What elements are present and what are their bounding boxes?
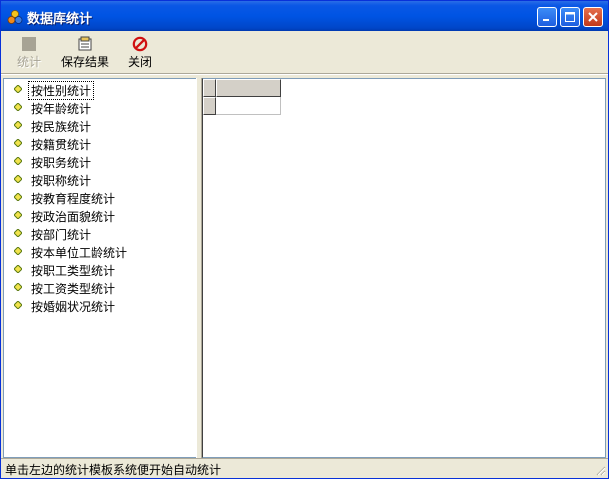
close-window-button[interactable] — [583, 7, 603, 27]
stats-button[interactable]: 统计 — [15, 33, 43, 69]
tree-item-political-status[interactable]: 按政治面貌统计 — [4, 207, 195, 224]
diamond-bullet-icon — [14, 85, 22, 93]
diamond-bullet-icon — [14, 139, 22, 147]
tree-item-native-place[interactable]: 按籍贯统计 — [4, 135, 195, 152]
tree-item-label: 按本单位工龄统计 — [31, 246, 128, 260]
database-app-icon — [7, 10, 23, 24]
tree-item-department[interactable]: 按部门统计 — [4, 225, 195, 242]
title-bar[interactable]: 数据库统计 — [1, 1, 608, 31]
close-button[interactable]: 关闭 — [125, 33, 155, 69]
tree-item-marital-status[interactable]: 按婚姻状况统计 — [4, 297, 195, 314]
stats-icon — [22, 37, 36, 51]
diamond-bullet-icon — [14, 265, 22, 273]
minimize-icon — [543, 19, 549, 21]
toolbar-divider — [1, 73, 608, 75]
status-bar: 单击左边的统计模板系统便开始自动统计 — [1, 458, 608, 478]
diamond-bullet-icon — [14, 121, 22, 129]
grid-column-header[interactable] — [216, 79, 281, 97]
status-text: 单击左边的统计模板系统便开始自动统计 — [5, 463, 222, 477]
tree-item-employee-type[interactable]: 按职工类型统计 — [4, 261, 195, 278]
tree-item-age[interactable]: 按年龄统计 — [4, 99, 195, 116]
diamond-bullet-icon — [14, 247, 22, 255]
tree-item-label: 按政治面貌统计 — [31, 210, 116, 224]
diamond-bullet-icon — [14, 175, 22, 183]
tree-item-label: 按职称统计 — [31, 174, 92, 188]
tree-item-title[interactable]: 按职称统计 — [4, 171, 195, 188]
tree-item-label: 按籍贯统计 — [31, 138, 92, 152]
grid-data-cell[interactable] — [216, 97, 281, 115]
diamond-bullet-icon — [14, 283, 22, 291]
save-results-button[interactable]: 保存结果 — [57, 33, 113, 69]
minimize-button[interactable] — [537, 7, 557, 27]
grid-corner-cell[interactable] — [203, 79, 216, 97]
close-label: 关闭 — [127, 55, 152, 69]
close-circle-icon — [132, 36, 148, 52]
maximize-icon — [565, 12, 575, 22]
window-title: 数据库统计 — [27, 12, 93, 27]
tree-item-position[interactable]: 按职务统计 — [4, 153, 195, 170]
tree-item-label: 按婚姻状况统计 — [31, 300, 116, 314]
tree-item-wage-type[interactable]: 按工资类型统计 — [4, 279, 195, 296]
tree-item-label: 按性别统计 — [27, 81, 95, 100]
tree-item-label: 按年龄统计 — [31, 102, 92, 116]
main-window: 数据库统计 统计 保存结果 关闭 按性别统计 按年龄统计 按民族统计 按籍贯统计… — [0, 0, 609, 479]
diamond-bullet-icon — [14, 229, 22, 237]
grid-row-header[interactable] — [203, 97, 216, 115]
tree-item-seniority[interactable]: 按本单位工龄统计 — [4, 243, 195, 260]
diamond-bullet-icon — [14, 103, 22, 111]
tree-item-label: 按部门统计 — [31, 228, 92, 242]
maximize-button[interactable] — [560, 7, 580, 27]
tree-item-ethnicity[interactable]: 按民族统计 — [4, 117, 195, 134]
diamond-bullet-icon — [14, 301, 22, 309]
diamond-bullet-icon — [14, 193, 22, 201]
toolbar: 统计 保存结果 关闭 — [1, 31, 608, 71]
tree-item-gender[interactable]: 按性别统计 — [4, 81, 195, 100]
resize-grip-icon[interactable] — [594, 464, 606, 476]
results-grid[interactable] — [202, 78, 606, 458]
tree-item-label: 按工资类型统计 — [31, 282, 116, 296]
stats-label: 统计 — [16, 55, 41, 69]
diamond-bullet-icon — [14, 157, 22, 165]
tree-item-label: 按职务统计 — [31, 156, 92, 170]
close-icon — [588, 12, 598, 22]
save-icon — [78, 36, 92, 51]
tree-item-label: 按民族统计 — [31, 120, 92, 134]
diamond-bullet-icon — [14, 211, 22, 219]
tree-item-label: 按教育程度统计 — [31, 192, 116, 206]
tree-item-label: 按职工类型统计 — [31, 264, 116, 278]
stats-template-tree[interactable]: 按性别统计 按年龄统计 按民族统计 按籍贯统计 按职务统计 按职称统计 按教育程… — [3, 78, 196, 458]
save-results-label: 保存结果 — [60, 55, 109, 69]
tree-item-education[interactable]: 按教育程度统计 — [4, 189, 195, 206]
